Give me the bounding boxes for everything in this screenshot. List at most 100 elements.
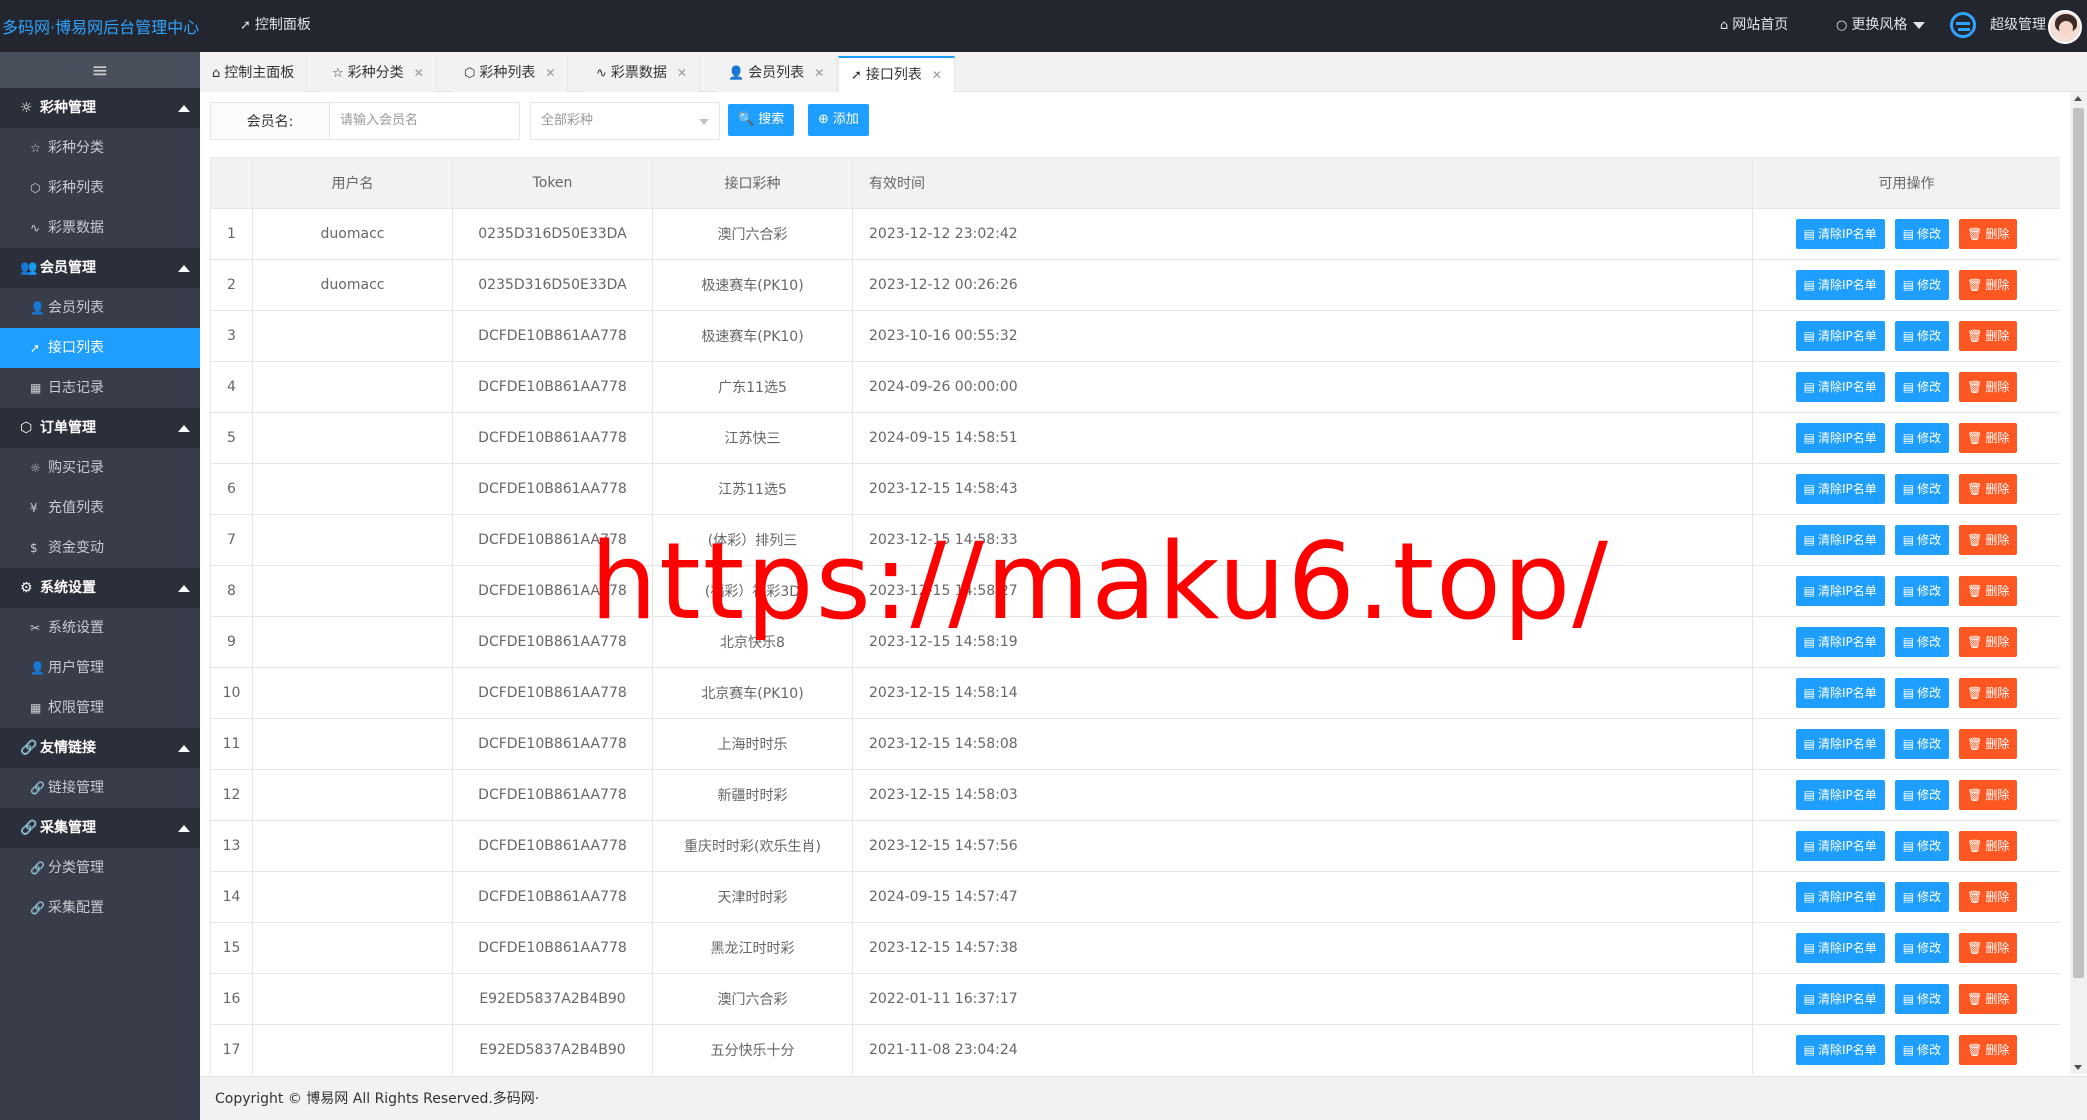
delete-button[interactable]: 🗑 删除: [1959, 321, 2018, 351]
close-icon[interactable]: ✕: [414, 66, 424, 80]
tab-dashboard[interactable]: ⌂ 控制主面板: [200, 56, 308, 92]
edit-button[interactable]: ▤ 修改: [1894, 933, 1950, 963]
sidebar-group-members[interactable]: 👥 会员管理: [0, 248, 200, 288]
sidebar-group-collection[interactable]: 🔗 采集管理: [0, 808, 200, 848]
dashboard-link[interactable]: ➚ 控制面板: [240, 0, 311, 52]
clear-ip-button[interactable]: ▤ 清除IP名单: [1795, 525, 1885, 555]
avatar[interactable]: [2048, 10, 2082, 44]
sidebar-group-orders[interactable]: ⬡ 订单管理: [0, 408, 200, 448]
edit-button[interactable]: ▤ 修改: [1894, 729, 1950, 759]
tab-lottery-data[interactable]: ∿ 彩票数据 ✕: [584, 56, 700, 92]
clear-ip-button[interactable]: ▤ 清除IP名单: [1795, 678, 1885, 708]
sidebar-item-link-management[interactable]: 🔗 链接管理: [0, 768, 200, 808]
edit-button[interactable]: ▤ 修改: [1894, 984, 1950, 1014]
delete-button[interactable]: 🗑 删除: [1959, 627, 2018, 657]
sidebar-item-fund-changes[interactable]: $ 资金变动: [0, 528, 200, 568]
edit-button[interactable]: ▤ 修改: [1894, 780, 1950, 810]
edit-button[interactable]: ▤ 修改: [1894, 831, 1950, 861]
site-home-link[interactable]: ⌂ 网站首页: [1720, 0, 1788, 52]
delete-button[interactable]: 🗑 删除: [1959, 372, 2018, 402]
delete-button[interactable]: 🗑 删除: [1959, 1035, 2018, 1065]
clear-ip-button[interactable]: ▤ 清除IP名单: [1795, 1035, 1885, 1065]
sidebar-group-system[interactable]: ⚙ 系统设置: [0, 568, 200, 608]
sidebar-group-lottery[interactable]: ☼ 彩种管理: [0, 88, 200, 128]
clear-ip-button[interactable]: ▤ 清除IP名单: [1795, 984, 1885, 1014]
delete-button[interactable]: 🗑 删除: [1959, 525, 2018, 555]
sidebar-item-category-management[interactable]: 🔗 分类管理: [0, 848, 200, 888]
clear-ip-button[interactable]: ▤ 清除IP名单: [1795, 780, 1885, 810]
user-menu[interactable]: 超级管理: [1990, 0, 2046, 52]
close-icon[interactable]: ✕: [932, 68, 942, 82]
edit-button[interactable]: ▤ 修改: [1894, 525, 1950, 555]
edit-button[interactable]: ▤ 修改: [1894, 270, 1950, 300]
clear-ip-button[interactable]: ▤ 清除IP名单: [1795, 729, 1885, 759]
member-name-input[interactable]: 请输入会员名: [330, 102, 520, 140]
delete-button[interactable]: 🗑 删除: [1959, 882, 2018, 912]
sidebar-item-system-settings[interactable]: ✂ 系统设置: [0, 608, 200, 648]
close-icon[interactable]: ✕: [677, 66, 687, 80]
delete-button[interactable]: 🗑 删除: [1959, 270, 2018, 300]
edit-button[interactable]: ▤ 修改: [1894, 627, 1950, 657]
delete-button[interactable]: 🗑 删除: [1959, 423, 2018, 453]
trash-icon: 🗑: [1967, 482, 1983, 496]
sidebar-item-log-records[interactable]: ▦ 日志记录: [0, 368, 200, 408]
sidebar-item-member-list[interactable]: 👤 会员列表: [0, 288, 200, 328]
clear-ip-button[interactable]: ▤ 清除IP名单: [1795, 576, 1885, 606]
clear-ip-button[interactable]: ▤ 清除IP名单: [1795, 321, 1885, 351]
sidebar-toggle-button[interactable]: ≡: [0, 52, 200, 88]
clear-ip-button[interactable]: ▤ 清除IP名单: [1795, 831, 1885, 861]
sidebar-item-permissions[interactable]: ▦ 权限管理: [0, 688, 200, 728]
delete-button[interactable]: 🗑 删除: [1959, 831, 2018, 861]
tab-member-list[interactable]: 👤 会员列表 ✕: [716, 56, 838, 92]
tab-api-list[interactable]: ➚ 接口列表 ✕: [838, 56, 955, 92]
sidebar-item-api-list[interactable]: ➚ 接口列表: [0, 328, 200, 368]
scroll-thumb[interactable]: [2073, 108, 2084, 978]
sidebar-item-lottery-list[interactable]: ⬡ 彩种列表: [0, 168, 200, 208]
clear-ip-button[interactable]: ▤ 清除IP名单: [1795, 219, 1885, 249]
sidebar-item-lottery-category[interactable]: ☆ 彩种分类: [0, 128, 200, 168]
edit-button[interactable]: ▤ 修改: [1894, 219, 1950, 249]
clear-ip-button[interactable]: ▤ 清除IP名单: [1795, 372, 1885, 402]
edit-button[interactable]: ▤ 修改: [1894, 474, 1950, 504]
app-logo-title[interactable]: 多码网·博易网后台管理中心: [0, 0, 200, 52]
sidebar-item-purchase-records[interactable]: ☼ 购买记录: [0, 448, 200, 488]
clear-ip-button[interactable]: ▤ 清除IP名单: [1795, 882, 1885, 912]
globe-icon[interactable]: [1950, 12, 1976, 38]
clear-ip-button[interactable]: ▤ 清除IP名单: [1795, 933, 1885, 963]
edit-button[interactable]: ▤ 修改: [1894, 321, 1950, 351]
delete-button[interactable]: 🗑 删除: [1959, 729, 2018, 759]
scroll-up-icon[interactable]: [2074, 96, 2082, 101]
edit-button[interactable]: ▤ 修改: [1894, 372, 1950, 402]
edit-button[interactable]: ▤ 修改: [1894, 678, 1950, 708]
delete-button[interactable]: 🗑 删除: [1959, 933, 2018, 963]
delete-button[interactable]: 🗑 删除: [1959, 984, 2018, 1014]
scrollbar[interactable]: [2070, 92, 2087, 1074]
sidebar-item-recharge-list[interactable]: ¥ 充值列表: [0, 488, 200, 528]
tab-lottery-list[interactable]: ⬡ 彩种列表 ✕: [452, 56, 569, 92]
delete-button[interactable]: 🗑 删除: [1959, 678, 2018, 708]
sidebar-item-lottery-data[interactable]: ∿ 彩票数据: [0, 208, 200, 248]
edit-button[interactable]: ▤ 修改: [1894, 423, 1950, 453]
lottery-select[interactable]: 全部彩种: [530, 102, 720, 140]
add-button[interactable]: ⊕ 添加: [808, 104, 869, 136]
close-icon[interactable]: ✕: [545, 66, 555, 80]
delete-button[interactable]: 🗑 删除: [1959, 576, 2018, 606]
tab-lottery-category[interactable]: ☆ 彩种分类 ✕: [320, 56, 437, 92]
edit-button[interactable]: ▤ 修改: [1894, 1035, 1950, 1065]
edit-button[interactable]: ▤ 修改: [1894, 576, 1950, 606]
clear-ip-button[interactable]: ▤ 清除IP名单: [1795, 474, 1885, 504]
sidebar-item-collection-config[interactable]: 🔗 采集配置: [0, 888, 200, 928]
scroll-down-icon[interactable]: [2074, 1065, 2082, 1070]
close-icon[interactable]: ✕: [814, 66, 824, 80]
clear-ip-button[interactable]: ▤ 清除IP名单: [1795, 627, 1885, 657]
clear-ip-button[interactable]: ▤ 清除IP名单: [1795, 423, 1885, 453]
search-button[interactable]: 🔍 搜索: [728, 104, 795, 136]
delete-button[interactable]: 🗑 删除: [1959, 474, 2018, 504]
delete-button[interactable]: 🗑 删除: [1959, 219, 2018, 249]
edit-button[interactable]: ▤ 修改: [1894, 882, 1950, 912]
theme-dropdown[interactable]: ○ 更换风格: [1836, 0, 1926, 52]
sidebar-group-links[interactable]: 🔗 友情链接: [0, 728, 200, 768]
clear-ip-button[interactable]: ▤ 清除IP名单: [1795, 270, 1885, 300]
delete-button[interactable]: 🗑 删除: [1959, 780, 2018, 810]
sidebar-item-user-management[interactable]: 👤 用户管理: [0, 648, 200, 688]
